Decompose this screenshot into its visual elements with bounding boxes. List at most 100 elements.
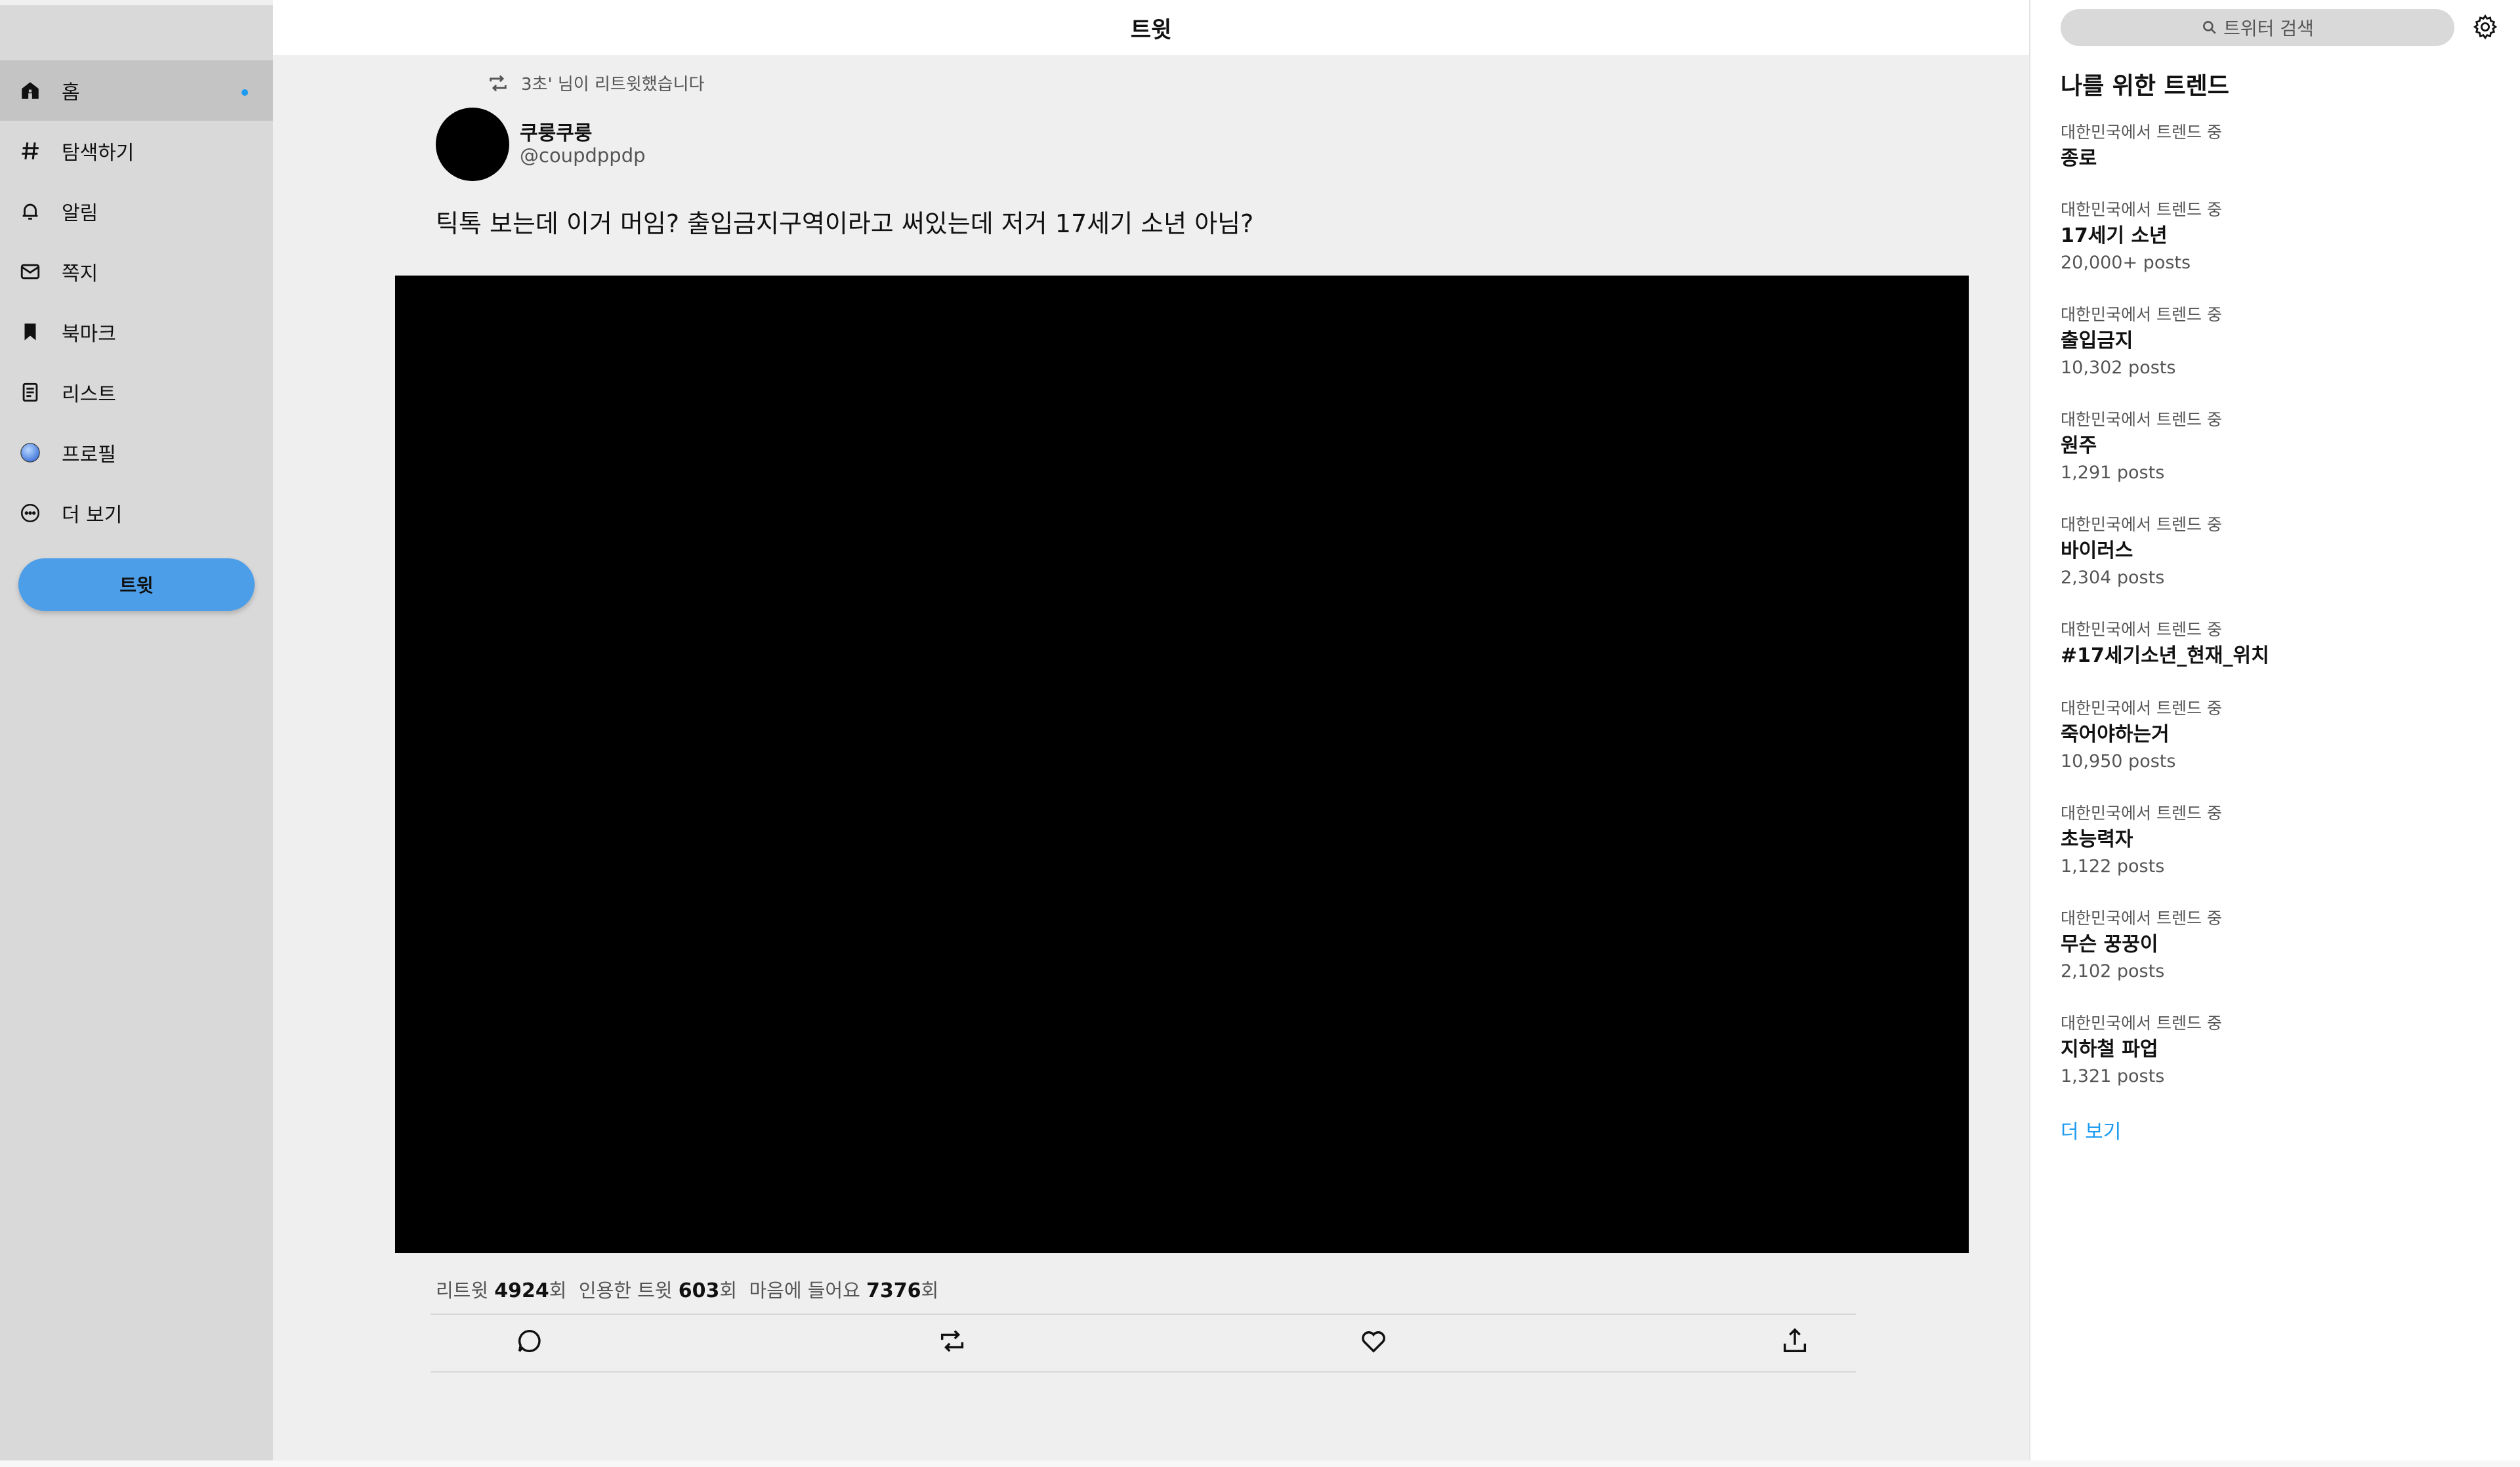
trend-count: 10,950 posts	[2061, 751, 2176, 772]
trend-context: 대한민국에서 트렌드 중	[2061, 804, 2222, 823]
settings-button[interactable]	[2471, 13, 2499, 41]
avatar[interactable]	[436, 108, 509, 181]
sidebar: 홈 탐색하기 알림 쪽지 북마크 리스트 프로필 더 보기 트윗	[0, 5, 273, 1467]
share-button[interactable]	[1780, 1326, 1810, 1356]
author-handle[interactable]: @coupdppdp	[520, 144, 646, 167]
retweet-context-text: 3초' 님이 리트윗했습니다	[521, 75, 705, 94]
likes-label: 마음에 들어요	[749, 1279, 860, 1302]
trends-title: 나를 위한 트렌드	[2061, 73, 2229, 100]
trend-context: 대한민국에서 트렌드 중	[2061, 123, 2222, 142]
sidebar-item-label: 더 보기	[62, 504, 123, 527]
trend-name: 초능력자	[2061, 828, 2133, 851]
retweet-icon	[490, 75, 507, 91]
sidebar-item-more[interactable]: 더 보기	[0, 483, 273, 543]
trend-item[interactable]: 대한민국에서 트렌드 중 출입금지 10,302 posts	[2061, 303, 2481, 381]
search-icon	[2203, 21, 2216, 34]
likes-count[interactable]: 7376	[866, 1279, 921, 1302]
more-icon	[18, 501, 42, 525]
home-icon	[18, 79, 42, 102]
sidebar-item-label: 프로필	[62, 444, 116, 466]
trend-count: 2,304 posts	[2061, 568, 2165, 588]
trend-context: 대한민국에서 트렌드 중	[2061, 410, 2222, 429]
divider	[430, 1371, 1856, 1373]
trend-context: 대한민국에서 트렌드 중	[2061, 200, 2222, 219]
list-icon	[18, 381, 42, 404]
sidebar-item-lists[interactable]: 리스트	[0, 362, 273, 423]
sidebar-item-home[interactable]: 홈	[0, 60, 273, 121]
trend-name: 원주	[2061, 434, 2097, 457]
trend-count: 1,291 posts	[2061, 463, 2165, 483]
sidebar-item-label: 쪽지	[62, 262, 98, 285]
hashtag-icon	[18, 139, 42, 163]
author-name[interactable]: 쿠룽쿠룽	[520, 117, 592, 146]
sidebar-item-label: 알림	[62, 202, 98, 225]
tweet-media[interactable]	[395, 276, 1969, 1253]
likes-unit: 회	[921, 1279, 939, 1302]
retweet-icon	[940, 1330, 964, 1352]
trend-count: 1,122 posts	[2061, 856, 2165, 877]
right-column: 트위터 검색 나를 위한 트렌드 대한민국에서 트렌드 중 종로 대한민국에서 …	[2029, 0, 2520, 1467]
trend-context: 대한민국에서 트렌드 중	[2061, 305, 2222, 324]
retweets-count[interactable]: 4924	[494, 1279, 549, 1302]
sidebar-item-notifications[interactable]: 알림	[0, 181, 273, 241]
trend-context: 대한민국에서 트렌드 중	[2061, 909, 2222, 928]
divider	[430, 1313, 1856, 1315]
sidebar-item-label: 리스트	[62, 383, 116, 406]
trend-item[interactable]: 대한민국에서 트렌드 중 17세기 소년 20,000+ posts	[2061, 198, 2481, 276]
trend-name: 17세기 소년	[2061, 224, 2168, 247]
bell-icon	[18, 199, 42, 223]
trend-name: 바이러스	[2061, 539, 2133, 562]
sidebar-item-label: 북마크	[62, 323, 116, 346]
trend-item[interactable]: 대한민국에서 트렌드 중 바이러스 2,304 posts	[2061, 513, 2481, 590]
trend-context: 대한민국에서 트렌드 중	[2061, 620, 2222, 639]
trend-name: 종로	[2061, 147, 2097, 170]
trend-name: 지하철 파업	[2061, 1038, 2158, 1061]
show-more-link[interactable]: 더 보기	[2061, 1115, 2121, 1144]
page-title: 트윗	[273, 0, 2029, 55]
gear-icon	[2473, 14, 2498, 40]
quotes-unit: 회	[719, 1279, 738, 1302]
search-placeholder: 트위터 검색	[2223, 18, 2314, 39]
retweets-unit: 회	[549, 1279, 567, 1302]
unread-dot	[242, 89, 248, 96]
like-button[interactable]	[1358, 1326, 1389, 1356]
trend-item[interactable]: 대한민국에서 트렌드 중 지하철 파업 1,321 posts	[2061, 1012, 2481, 1089]
sidebar-item-messages[interactable]: 쪽지	[0, 241, 273, 302]
trend-context: 대한민국에서 트렌드 중	[2061, 515, 2222, 534]
retweet-button[interactable]	[937, 1326, 967, 1356]
trend-count: 10,302 posts	[2061, 358, 2176, 378]
trend-context: 대한민국에서 트렌드 중	[2061, 699, 2222, 718]
reply-button[interactable]	[514, 1326, 545, 1356]
sidebar-item-label: 홈	[62, 81, 80, 104]
trend-name: #17세기소년_현재_위치	[2061, 644, 2269, 667]
profile-icon	[18, 441, 42, 465]
sidebar-item-label: 탐색하기	[62, 142, 135, 165]
search-input[interactable]: 트위터 검색	[2061, 9, 2454, 46]
tweet-button[interactable]: 트윗	[18, 558, 255, 611]
retweets-label: 리트윗	[436, 1279, 489, 1302]
bottom-strip	[0, 1460, 2520, 1467]
quotes-count[interactable]: 603	[679, 1279, 720, 1302]
sidebar-item-bookmarks[interactable]: 북마크	[0, 302, 273, 362]
retweet-context: 3초' 님이 리트윗했습니다	[487, 71, 704, 95]
trend-item[interactable]: 대한민국에서 트렌드 중 #17세기소년_현재_위치	[2061, 618, 2481, 671]
tweet-text: 틱톡 보는데 이거 머임? 출입금지구역이라고 써있는데 저거 17세기 소년 …	[436, 209, 1254, 238]
sidebar-item-profile[interactable]: 프로필	[0, 423, 273, 483]
trend-name: 무슨 꿍꿍이	[2061, 933, 2158, 956]
bookmark-icon	[18, 320, 42, 344]
trend-context: 대한민국에서 트렌드 중	[2061, 1014, 2222, 1033]
share-icon	[1783, 1328, 1807, 1353]
mail-icon	[18, 260, 42, 283]
trend-item[interactable]: 대한민국에서 트렌드 중 초능력자 1,122 posts	[2061, 802, 2481, 879]
trend-count: 2,102 posts	[2061, 961, 2165, 981]
trend-item[interactable]: 대한민국에서 트렌드 중 원주 1,291 posts	[2061, 408, 2481, 486]
trend-item[interactable]: 대한민국에서 트렌드 중 죽어야하는거 10,950 posts	[2061, 697, 2481, 774]
tweet-stats: 리트윗 4924회 인용한 트윗 603회 마음에 들어요 7376회	[436, 1275, 938, 1303]
trend-count: 1,321 posts	[2061, 1066, 2165, 1086]
trend-item[interactable]: 대한민국에서 트렌드 중 종로	[2061, 121, 2481, 173]
trend-item[interactable]: 대한민국에서 트렌드 중 무슨 꿍꿍이 2,102 posts	[2061, 907, 2481, 984]
like-icon	[1362, 1331, 1385, 1353]
trend-name: 출입금지	[2061, 329, 2133, 352]
trend-count: 20,000+ posts	[2061, 253, 2191, 273]
sidebar-item-explore[interactable]: 탐색하기	[0, 121, 273, 181]
